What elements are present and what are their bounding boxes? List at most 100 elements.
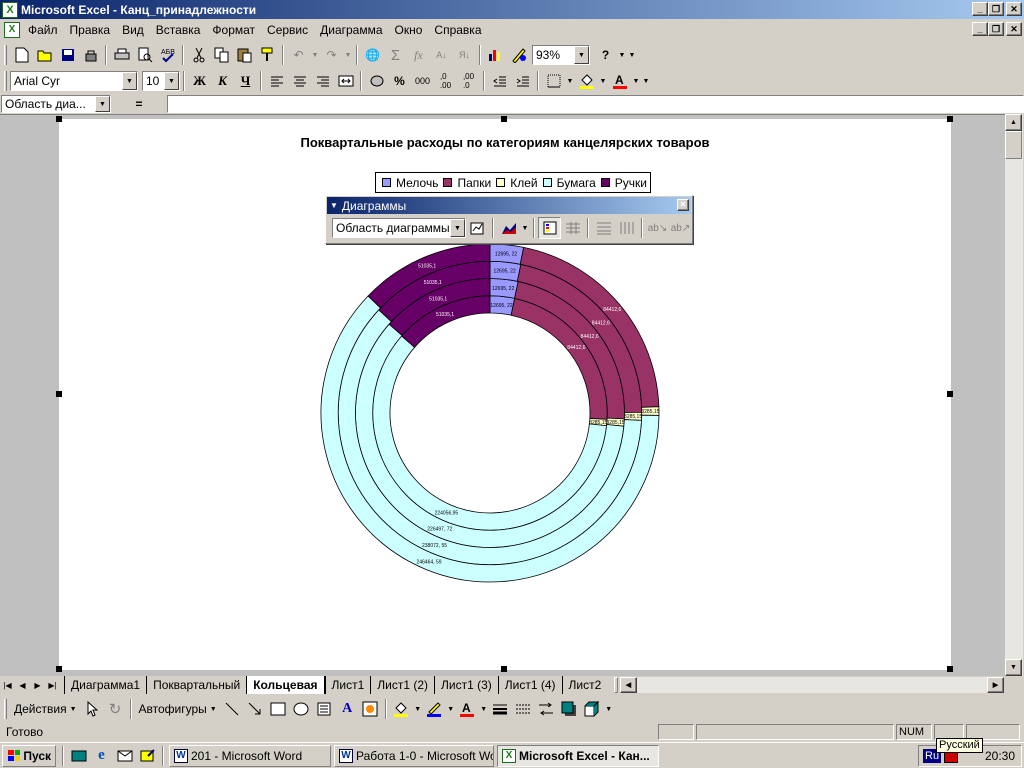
help-dropdown[interactable]: ▼ — [617, 44, 627, 66]
close-button[interactable]: ✕ — [1006, 2, 1022, 16]
text-box-icon[interactable] — [313, 698, 336, 720]
print-preview-icon[interactable] — [133, 44, 156, 66]
sheet-tab[interactable]: Лист1 (2) — [370, 676, 434, 694]
chart-wizard-icon[interactable] — [484, 44, 507, 66]
chart-type-dropdown[interactable]: ▼ — [520, 217, 530, 239]
spelling-icon[interactable]: АБВ — [156, 44, 179, 66]
selection-handle[interactable] — [501, 116, 507, 122]
scroll-thumb[interactable] — [1005, 131, 1022, 159]
fill-color-dropdown[interactable]: ▼ — [598, 70, 608, 92]
line-style-icon[interactable] — [489, 698, 512, 720]
autosum-icon[interactable]: Σ — [384, 44, 407, 66]
scroll-up-icon[interactable]: ▲ — [1005, 114, 1022, 131]
italic-button[interactable]: К — [211, 70, 234, 92]
sheet-tab-active[interactable]: Кольцевая — [246, 676, 325, 694]
redo-icon[interactable]: ↷ — [320, 44, 343, 66]
doc-minimize-button[interactable]: _ — [972, 22, 988, 36]
fill-color-icon[interactable] — [390, 698, 413, 720]
angle-text-up-icon[interactable]: ab↗ — [669, 217, 692, 239]
font-color-icon[interactable]: A — [456, 698, 479, 720]
selection-handle[interactable] — [947, 391, 953, 397]
cut-icon[interactable] — [187, 44, 210, 66]
excel-app-icon[interactable]: X — [2, 1, 18, 18]
font-combo[interactable]: Arial Cyr ▼ — [10, 71, 138, 91]
underline-button[interactable]: Ч — [234, 70, 257, 92]
save-icon[interactable] — [56, 44, 79, 66]
open-icon[interactable] — [33, 44, 56, 66]
name-box[interactable]: Область диа... ▼ — [1, 95, 111, 113]
workbook-icon[interactable]: X — [4, 21, 20, 38]
legend-toggle-icon[interactable] — [538, 217, 561, 239]
tab-split-handle[interactable] — [614, 677, 618, 693]
restore-button[interactable]: ❐ — [988, 2, 1004, 16]
by-columns-icon[interactable] — [615, 217, 638, 239]
sheet-tab[interactable]: Поквартальный — [146, 676, 246, 694]
chevron-down-icon[interactable]: ▼ — [574, 46, 589, 64]
sheet-tab[interactable]: Лист1 (3) — [434, 676, 498, 694]
toolbar-options-icon[interactable]: ▼ — [627, 44, 637, 66]
menu-format[interactable]: Формат — [206, 23, 261, 37]
align-left-icon[interactable] — [265, 70, 288, 92]
sheet-tab[interactable]: Лист2 — [561, 676, 608, 694]
shadow-icon[interactable] — [558, 698, 581, 720]
selection-handle[interactable] — [501, 666, 507, 672]
font-color-icon[interactable]: A — [608, 70, 631, 92]
sheet-tab[interactable]: Диаграмма1 — [64, 676, 146, 694]
angle-text-down-icon[interactable]: ab↘ — [646, 217, 669, 239]
paste-icon[interactable] — [233, 44, 256, 66]
bold-button[interactable]: Ж — [188, 70, 211, 92]
first-sheet-icon[interactable]: |◀ — [0, 677, 15, 693]
dash-style-icon[interactable] — [512, 698, 535, 720]
menu-edit[interactable]: Правка — [64, 23, 117, 37]
menu-tools[interactable]: Сервис — [261, 23, 314, 37]
chevron-down-icon[interactable]: ▼ — [164, 72, 179, 90]
new-icon[interactable] — [10, 44, 33, 66]
format-chart-area-icon[interactable] — [466, 217, 489, 239]
equals-sign[interactable]: = — [111, 97, 167, 111]
borders-dropdown[interactable]: ▼ — [565, 70, 575, 92]
show-desktop-icon[interactable] — [67, 745, 90, 767]
selection-handle[interactable] — [947, 666, 953, 672]
borders-icon[interactable] — [542, 70, 565, 92]
menu-file[interactable]: Файл — [22, 23, 64, 37]
menu-help[interactable]: Справка — [428, 23, 487, 37]
oval-icon[interactable] — [290, 698, 313, 720]
minimize-button[interactable]: _ — [972, 2, 988, 16]
sheet-tab[interactable]: Лист1 — [324, 676, 371, 694]
ie-icon[interactable]: e — [90, 745, 113, 767]
arrow-icon[interactable] — [244, 698, 267, 720]
menu-chart[interactable]: Диаграмма — [314, 23, 388, 37]
hyperlink-icon[interactable]: 🌐 — [361, 44, 384, 66]
menu-window[interactable]: Окно — [389, 23, 429, 37]
actions-menu[interactable]: Действия ▼ — [10, 698, 81, 720]
function-icon[interactable]: fx — [407, 44, 430, 66]
prev-sheet-icon[interactable]: ◀ — [15, 677, 30, 693]
zoom-combo[interactable]: 93% ▼ — [532, 45, 590, 65]
line-color-icon[interactable] — [423, 698, 446, 720]
sort-ascending-icon[interactable]: А↓ — [430, 44, 453, 66]
3d-icon[interactable] — [581, 698, 604, 720]
fill-color-dropdown[interactable]: ▼ — [413, 698, 423, 720]
formula-input[interactable] — [167, 95, 1024, 113]
format-painter-icon[interactable] — [256, 44, 279, 66]
chevron-down-icon[interactable]: ▼ — [122, 72, 137, 90]
chart-type-icon[interactable] — [497, 217, 520, 239]
sort-descending-icon[interactable]: Я↓ — [453, 44, 476, 66]
channels-icon[interactable] — [136, 745, 159, 767]
permissions-icon[interactable] — [79, 44, 102, 66]
selection-handle[interactable] — [947, 116, 953, 122]
doc-restore-button[interactable]: ❐ — [988, 22, 1004, 36]
chart-toolbar-titlebar[interactable]: ▼ Диаграммы ✕ — [327, 197, 691, 214]
toolbar-options-icon[interactable]: ▼ — [604, 698, 614, 720]
selection-handle[interactable] — [56, 391, 62, 397]
copy-icon[interactable] — [210, 44, 233, 66]
percent-button[interactable]: % — [388, 70, 411, 92]
line-color-dropdown[interactable]: ▼ — [446, 698, 456, 720]
menu-insert[interactable]: Вставка — [150, 23, 207, 37]
chart-toolbar[interactable]: ▼ Диаграммы ✕ Область диаграммы ▼ ▼ ab↘ … — [325, 195, 693, 244]
merge-center-icon[interactable] — [334, 70, 357, 92]
increase-indent-icon[interactable] — [511, 70, 534, 92]
scroll-down-icon[interactable]: ▼ — [1005, 659, 1022, 676]
font-size-combo[interactable]: 10 ▼ — [142, 71, 180, 91]
redo-dropdown[interactable]: ▼ — [343, 44, 353, 66]
